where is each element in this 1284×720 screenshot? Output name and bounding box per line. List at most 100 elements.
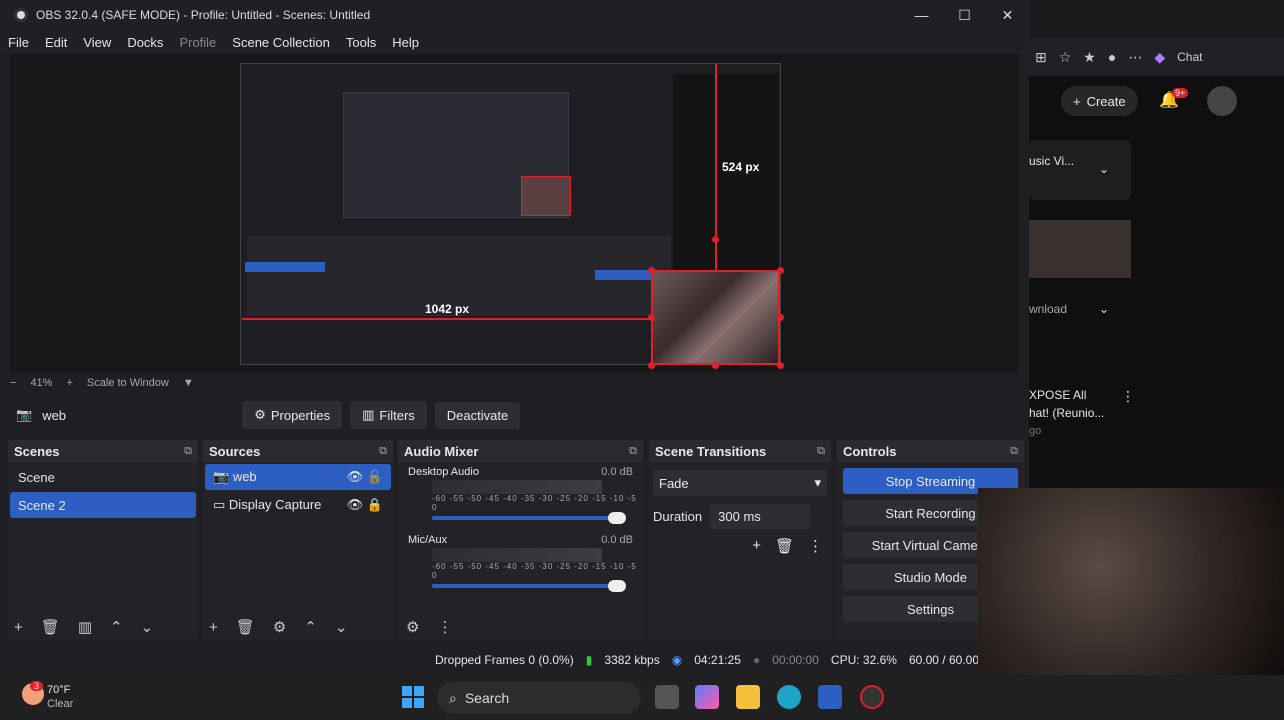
resize-handle-bl[interactable]	[648, 362, 655, 369]
deactivate-button[interactable]: Deactivate	[434, 401, 521, 429]
chevron-up-icon[interactable]: ⌃	[110, 618, 123, 636]
chevron-down-icon[interactable]: ⌄	[141, 618, 154, 636]
download-button[interactable]: wnload	[1029, 302, 1067, 316]
chevron-down-icon[interactable]: ⌄	[1099, 302, 1109, 316]
list-item[interactable]: usic Vi...	[1029, 140, 1131, 200]
star-icon[interactable]: ☆	[1059, 49, 1072, 66]
close-button[interactable]: ✕	[986, 0, 1029, 30]
menu-edit[interactable]: Edit	[37, 35, 75, 50]
menu-profile[interactable]: Profile	[171, 35, 224, 50]
more-icon[interactable]: ⋯	[1128, 49, 1142, 66]
add-icon[interactable]: +	[752, 537, 761, 555]
menu-view[interactable]: View	[75, 35, 119, 50]
source-item-selected[interactable]: 📷 web 👁 🔓	[205, 464, 391, 490]
extensions-icon[interactable]: ⊞	[1035, 49, 1047, 66]
create-button[interactable]: + Create	[1061, 86, 1138, 116]
transition-value: Fade	[659, 475, 689, 491]
volume-slider-knob[interactable]	[608, 512, 626, 524]
task-view-icon[interactable]	[655, 685, 679, 709]
store-icon[interactable]	[818, 685, 842, 709]
chevron-up-icon[interactable]: ⌃	[304, 618, 317, 636]
notification-badge: 9+	[1172, 88, 1189, 98]
menu-docks[interactable]: Docks	[119, 35, 171, 50]
start-button[interactable]	[402, 686, 424, 708]
properties-button[interactable]: ⚙ Properties	[242, 401, 343, 429]
zoom-out-button[interactable]: −	[10, 377, 16, 389]
eye-icon[interactable]: 👁	[347, 469, 364, 484]
audio-footer: ⚙ ⋮	[406, 618, 452, 636]
webcam-source-selection[interactable]	[651, 270, 780, 365]
source-item[interactable]: ▭ Display Capture 👁 🔒	[205, 492, 391, 518]
resize-handle-r[interactable]	[777, 314, 784, 321]
undock-icon[interactable]: ⧉	[379, 445, 387, 458]
trash-icon[interactable]: 🗑	[775, 537, 794, 555]
fps: 60.00 / 60.00	[908, 653, 979, 667]
duration-input[interactable]: 300 ms	[710, 504, 811, 529]
height-guide-label: 524 px	[722, 160, 760, 174]
filter-icon[interactable]: ▥	[78, 618, 92, 636]
undock-icon[interactable]: ⧉	[1010, 445, 1018, 458]
taskbar: 3 70°F Clear	[0, 675, 1284, 720]
chevron-down-icon[interactable]: ▼	[183, 377, 194, 389]
favorites-icon[interactable]: ★	[1083, 49, 1096, 66]
resize-handle-tr[interactable]	[777, 267, 784, 274]
channel-db: 0.0 dB	[601, 466, 633, 478]
undock-icon[interactable]: ⧉	[629, 445, 637, 458]
transition-select[interactable]: Fade ▾	[653, 470, 827, 496]
more-icon[interactable]: ⋮	[808, 537, 823, 555]
webcam-overlay	[978, 488, 1284, 684]
add-icon[interactable]: +	[209, 619, 218, 636]
avatar[interactable]	[1207, 86, 1237, 116]
volume-slider[interactable]	[432, 512, 626, 524]
more-icon[interactable]: ⋮	[437, 618, 452, 636]
volume-slider-knob[interactable]	[608, 580, 626, 592]
lock-icon[interactable]: 🔓	[367, 469, 383, 484]
copilot-icon[interactable]	[695, 685, 719, 709]
volume-slider[interactable]	[432, 580, 626, 592]
add-icon[interactable]: +	[14, 619, 23, 636]
resize-handle-l[interactable]	[648, 314, 655, 321]
resize-handle-br[interactable]	[777, 362, 784, 369]
undock-icon[interactable]: ⧉	[184, 445, 192, 458]
trash-icon[interactable]: 🗑	[41, 618, 60, 636]
resize-handle-b[interactable]	[712, 362, 719, 369]
thumbnail[interactable]	[1029, 220, 1131, 278]
minimize-button[interactable]: —	[900, 0, 943, 30]
file-explorer-icon[interactable]	[736, 685, 760, 709]
lock-icon[interactable]: 🔒	[367, 497, 383, 512]
zoom-in-button[interactable]: +	[66, 377, 72, 389]
resize-handle-tl[interactable]	[648, 267, 655, 274]
menu-scene-collection[interactable]: Scene Collection	[224, 35, 338, 50]
zoom-mode[interactable]: Scale to Window	[87, 377, 169, 389]
video-title[interactable]: XPOSE All hat! (Reunio... go	[1029, 386, 1104, 440]
chevron-down-icon[interactable]: ⌄	[1099, 162, 1109, 176]
menu-file[interactable]: File	[0, 35, 37, 50]
filters-button[interactable]: ▥ Filters	[350, 401, 427, 429]
menu-help[interactable]: Help	[384, 35, 427, 50]
obs-icon[interactable]	[860, 685, 884, 709]
chat-button[interactable]: Chat	[1177, 50, 1202, 64]
profile-icon[interactable]: ●	[1108, 49, 1116, 65]
menu-tools[interactable]: Tools	[338, 35, 384, 50]
guide-anchor-handle[interactable]	[712, 236, 719, 243]
scene-item-selected[interactable]: Scene 2	[10, 492, 196, 518]
more-icon[interactable]: ⋮	[1121, 388, 1135, 405]
zoom-bar: − 41% + Scale to Window ▼	[10, 374, 1019, 392]
scenes-footer: + 🗑 ▥ ⌃ ⌄	[14, 618, 154, 637]
copilot-icon[interactable]: ◆	[1154, 49, 1165, 66]
undock-icon[interactable]: ⧉	[817, 445, 825, 458]
scene-item[interactable]: Scene	[10, 464, 196, 490]
trash-icon[interactable]: 🗑	[236, 618, 255, 636]
taskbar-search[interactable]: ⌕ Search	[437, 682, 641, 714]
video-title-line1: XPOSE All	[1029, 388, 1087, 402]
weather-widget[interactable]: 70°F Clear	[47, 683, 73, 711]
eye-icon[interactable]: 👁	[347, 497, 364, 512]
gear-icon[interactable]: ⚙	[273, 618, 286, 636]
transitions-title: Scene Transitions	[655, 443, 767, 459]
edge-icon[interactable]	[777, 685, 801, 709]
source-toolbar: 📷 web ⚙ Properties ▥ Filters Deactivate	[8, 398, 1021, 432]
advanced-audio-icon[interactable]: ⚙	[406, 618, 419, 636]
channel-name: Mic/Aux	[408, 534, 448, 546]
maximize-button[interactable]: ☐	[943, 0, 986, 30]
chevron-down-icon[interactable]: ⌄	[335, 618, 348, 636]
